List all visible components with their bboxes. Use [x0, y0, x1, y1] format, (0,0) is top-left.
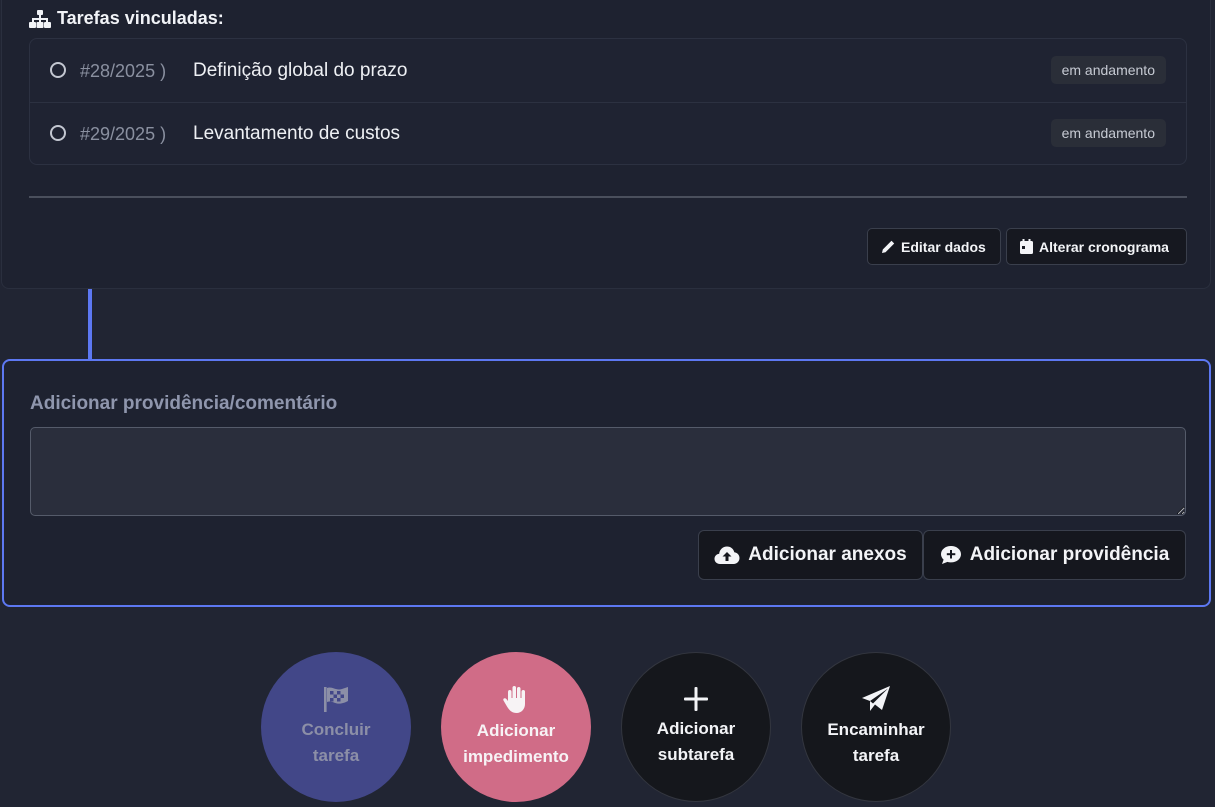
edit-data-button[interactable]: Editar dados [867, 228, 1001, 265]
add-impediment-line1: Adicionar [476, 721, 556, 740]
task-title[interactable]: Levantamento de custos [193, 123, 400, 145]
sitemap-icon [29, 9, 51, 28]
add-impediment-button[interactable]: Adicionar impedimento [441, 652, 591, 802]
task-number: #29/2025 ) [80, 124, 167, 144]
conclude-task-line2: tarefa [312, 746, 360, 765]
conclude-task-button[interactable]: Concluir tarefa [261, 652, 411, 802]
calendar-icon [1020, 239, 1033, 254]
list-item[interactable]: #29/2025 ) Levantamento de custos em and… [30, 102, 1186, 165]
paper-plane-icon [862, 686, 890, 711]
comment-panel: Adicionar providência/comentário Adicion… [2, 359, 1211, 607]
add-action-label: Adicionar providência [969, 544, 1170, 565]
hand-icon [503, 686, 525, 713]
add-attachments-button[interactable]: Adicionar anexos [698, 530, 923, 580]
radio-button[interactable] [50, 62, 66, 78]
forward-task-button[interactable]: Encaminhar tarefa [801, 652, 951, 802]
pencil-icon [882, 240, 895, 253]
conclude-task-line1: Concluir [301, 720, 371, 739]
comment-textarea[interactable] [30, 427, 1186, 516]
status-badge: em andamento [1050, 119, 1166, 147]
linked-tasks-card: Tarefas vinculadas: #28/2025 ) Definição… [1, 0, 1211, 289]
list-item[interactable]: #28/2025 ) Definição global do prazo em … [30, 39, 1186, 103]
linked-tasks-heading: Tarefas vinculadas: [29, 8, 224, 29]
edit-data-label: Editar dados [901, 238, 986, 255]
timeline-connector [88, 289, 92, 360]
task-number: #28/2025 ) [80, 61, 167, 81]
linked-tasks-list: #28/2025 ) Definição global do prazo em … [29, 38, 1187, 165]
change-schedule-label: Alterar cronograma [1039, 238, 1169, 255]
add-impediment-line2: impedimento [463, 747, 569, 766]
task-detail-page: Tarefas vinculadas: #28/2025 ) Definição… [0, 0, 1215, 807]
linked-tasks-title: Tarefas vinculadas: [57, 8, 224, 28]
flag-checkered-icon [324, 687, 348, 712]
comment-label: Adicionar providência/comentário [30, 393, 338, 414]
add-action-button[interactable]: Adicionar providência [923, 530, 1186, 580]
forward-task-line2: tarefa [852, 746, 900, 765]
cloud-upload-icon [714, 546, 740, 564]
divider [29, 196, 1187, 198]
comment-plus-icon [940, 546, 961, 564]
status-badge: em andamento [1050, 56, 1166, 84]
forward-task-line1: Encaminhar [827, 720, 925, 739]
task-title[interactable]: Definição global do prazo [193, 60, 407, 82]
radio-button[interactable] [50, 125, 66, 141]
plus-icon [684, 687, 708, 711]
add-attachments-label: Adicionar anexos [748, 544, 907, 565]
add-subtask-button[interactable]: Adicionar subtarefa [621, 652, 771, 802]
change-schedule-button[interactable]: Alterar cronograma [1006, 228, 1187, 265]
add-subtask-line2: subtarefa [657, 745, 735, 764]
add-subtask-line1: Adicionar [656, 719, 736, 738]
